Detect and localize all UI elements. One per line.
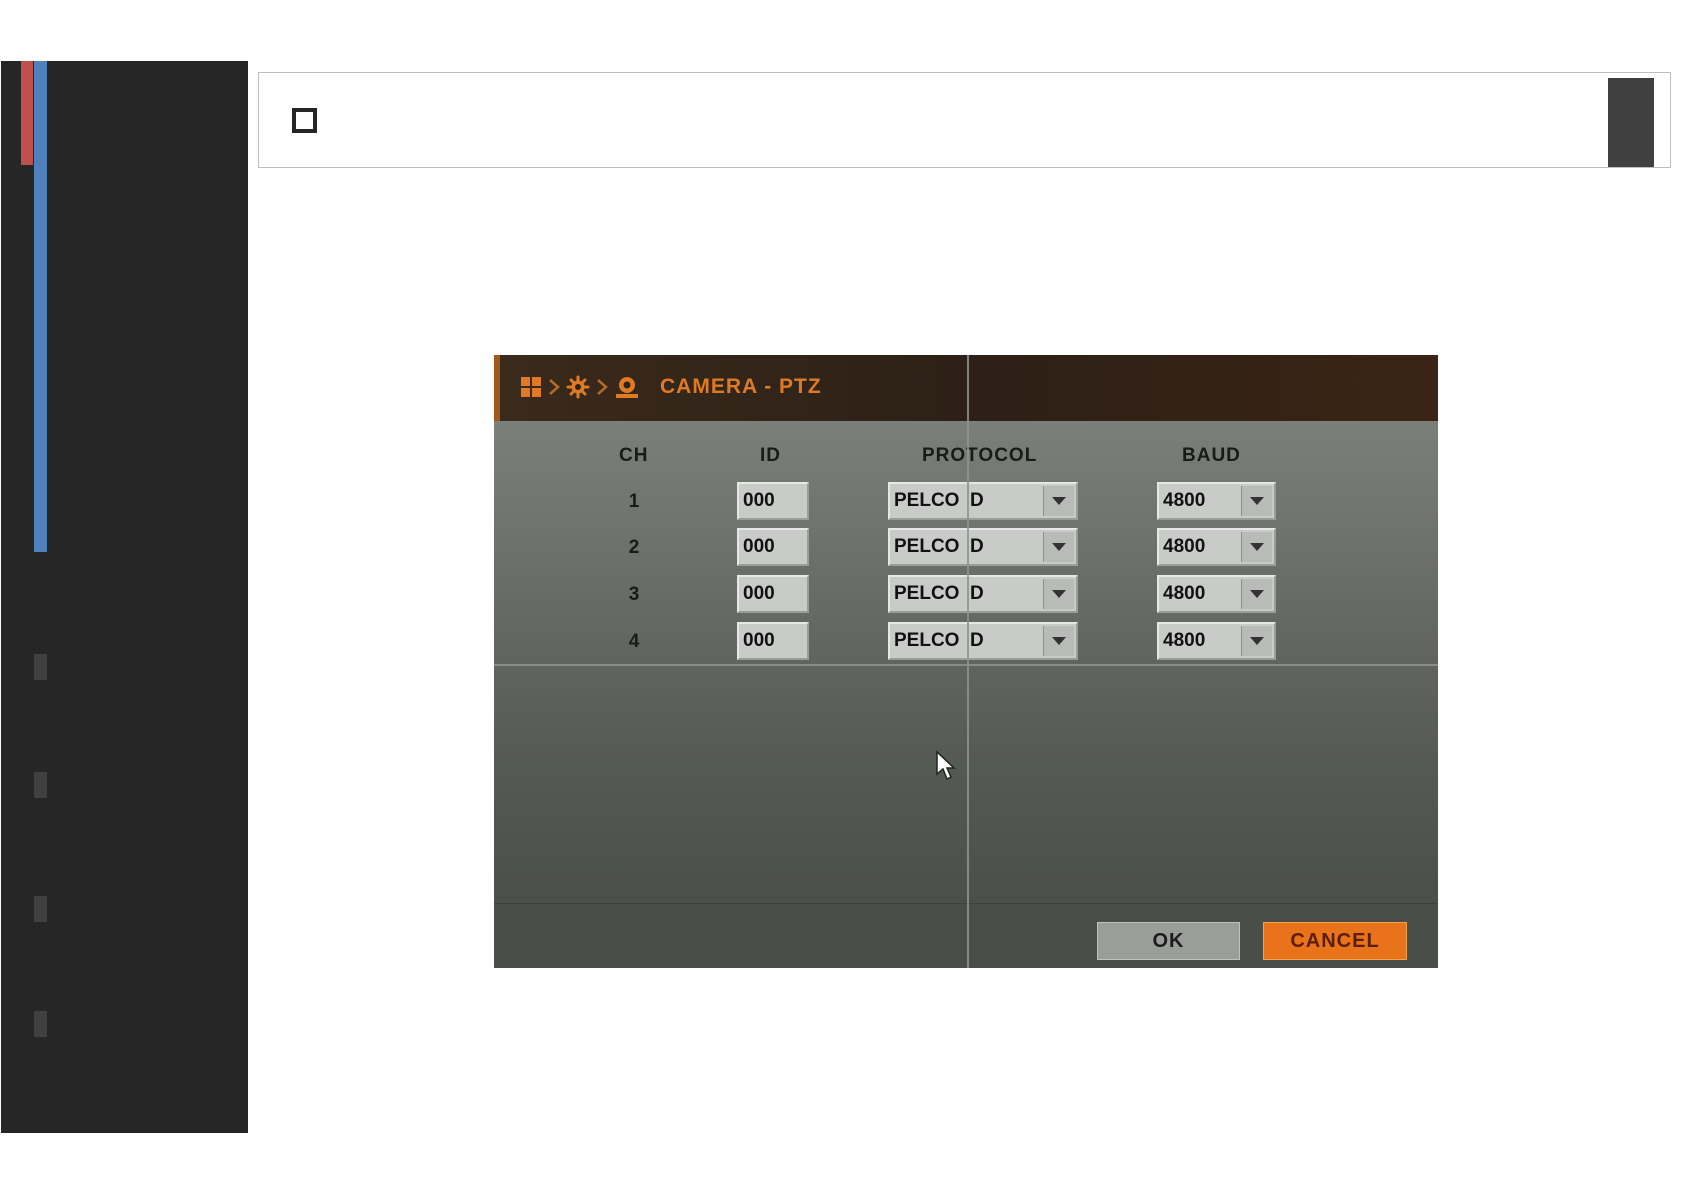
ok-button[interactable]: OK — [1097, 922, 1240, 960]
channel-number: 4 — [628, 631, 640, 652]
gear-icon[interactable] — [566, 375, 590, 399]
baud-select[interactable]: 4800 — [1157, 482, 1276, 520]
chevron-down-icon[interactable] — [1241, 486, 1272, 516]
chevron-down-icon[interactable] — [1043, 532, 1074, 562]
sidebar-tick — [34, 1011, 47, 1037]
crosshair-vertical-line — [967, 355, 969, 968]
protocol-select[interactable]: PELCO D — [888, 622, 1078, 660]
chevron-right-icon — [548, 375, 560, 399]
baud-select[interactable]: 4800 — [1157, 528, 1276, 566]
baud-value: 4800 — [1163, 490, 1206, 511]
chevron-down-icon[interactable] — [1043, 579, 1074, 609]
baud-value: 4800 — [1163, 536, 1206, 557]
crosshair-horizontal-line — [494, 664, 1438, 666]
sidebar-tick — [34, 654, 47, 680]
slide-sidebar — [1, 61, 248, 1133]
cancel-button[interactable]: CANCEL — [1263, 922, 1407, 960]
protocol-select[interactable]: PELCO D — [888, 528, 1078, 566]
progress-bar-red — [21, 61, 33, 165]
column-header-id: ID — [760, 445, 781, 466]
channel-number: 3 — [628, 584, 640, 605]
chevron-down-icon[interactable] — [1241, 626, 1272, 656]
channel-number: 1 — [628, 491, 640, 512]
column-header-baud: BAUD — [1182, 445, 1241, 466]
sidebar-tick — [34, 772, 47, 798]
column-header-protocol: PROTOCOL — [922, 445, 1038, 466]
baud-value: 4800 — [1163, 630, 1206, 651]
camera-ptz-dialog: CAMERA - PTZ CH ID PROTOCOL BAUD 1 000 P… — [494, 355, 1438, 968]
header-dark-block — [1608, 78, 1654, 167]
protocol-select[interactable]: PELCO D — [888, 575, 1078, 613]
dialog-titlebar: CAMERA - PTZ — [494, 355, 1438, 421]
chevron-down-icon[interactable] — [1241, 579, 1272, 609]
header-bar — [258, 72, 1671, 168]
protocol-value: PELCO D — [894, 630, 984, 651]
mouse-cursor-icon — [935, 750, 957, 787]
dialog-title: CAMERA - PTZ — [660, 375, 822, 398]
protocol-value: PELCO D — [894, 536, 984, 557]
chevron-down-icon[interactable] — [1241, 532, 1272, 562]
camera-icon — [614, 375, 640, 399]
ptz-id-input[interactable]: 000 — [737, 575, 809, 613]
sidebar-tick — [34, 896, 47, 922]
channel-number: 2 — [628, 537, 640, 558]
protocol-select[interactable]: PELCO D — [888, 482, 1078, 520]
protocol-value: PELCO D — [894, 490, 984, 511]
grid-icon[interactable] — [520, 375, 542, 399]
column-header-ch: CH — [619, 445, 649, 466]
ptz-id-input[interactable]: 000 — [737, 528, 809, 566]
baud-select[interactable]: 4800 — [1157, 575, 1276, 613]
chevron-down-icon[interactable] — [1043, 626, 1074, 656]
baud-value: 4800 — [1163, 583, 1206, 604]
checkbox[interactable] — [292, 108, 317, 133]
progress-bar-blue — [34, 61, 47, 552]
ptz-id-input[interactable]: 000 — [737, 622, 809, 660]
chevron-right-icon — [596, 375, 608, 399]
chevron-down-icon[interactable] — [1043, 486, 1074, 516]
protocol-value: PELCO D — [894, 583, 984, 604]
baud-select[interactable]: 4800 — [1157, 622, 1276, 660]
ptz-id-input[interactable]: 000 — [737, 482, 809, 520]
